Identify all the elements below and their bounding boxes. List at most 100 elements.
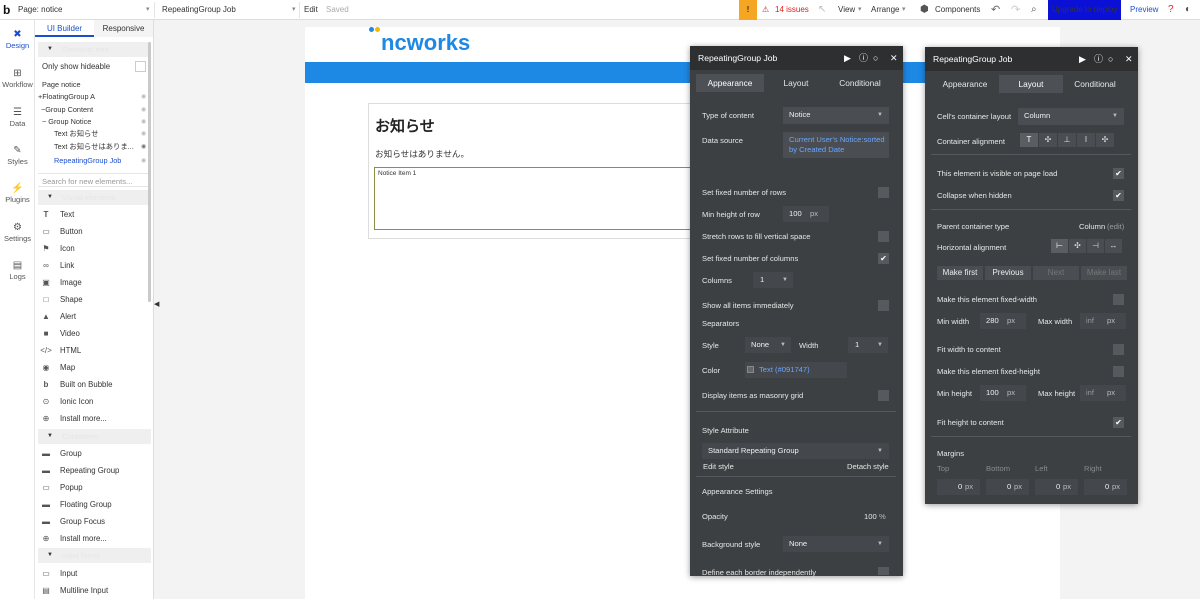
tree-item[interactable]: Text お知らせはありま... (54, 142, 134, 152)
unit-dropdown[interactable]: px (1007, 313, 1015, 329)
element-alert[interactable]: ▲ Alert (39, 308, 149, 325)
element-repeating-group[interactable]: ▬ Repeating Group (39, 462, 149, 479)
halign-left-icon[interactable]: ⊢ (1051, 239, 1068, 253)
element-floating-group[interactable]: ▬ Floating Group (39, 496, 149, 513)
element-install-more[interactable]: ⊕ Install more... (39, 410, 149, 427)
background-style-select[interactable]: None ▼ (783, 536, 889, 552)
element-multiline-input[interactable]: ▤ Multiline Input (39, 582, 149, 599)
search-box[interactable]: Search for new elements... (38, 173, 149, 187)
components-button[interactable]: Components (935, 0, 980, 20)
comment-icon[interactable]: ○ (1108, 47, 1113, 71)
preview-button[interactable]: Preview (1130, 0, 1158, 20)
unit-dropdown[interactable]: px (1007, 385, 1015, 401)
comment-icon[interactable]: ○ (873, 46, 878, 70)
margin-right-input[interactable]: 0 px (1084, 479, 1127, 495)
element-icon[interactable]: ⚑ Icon (39, 240, 149, 257)
data-source-expression[interactable]: Current User's Notice:sorted by Created … (783, 132, 889, 158)
opacity-value[interactable]: 100 (864, 512, 877, 521)
tab-layout[interactable]: Layout (999, 75, 1063, 93)
elements-tree-header[interactable]: ▼ Elements tree (38, 42, 151, 57)
play-icon[interactable]: ▶ (1079, 47, 1086, 71)
columns-select[interactable]: 1 ▼ (753, 272, 793, 288)
bubble-logo[interactable]: b (3, 0, 10, 20)
rail-styles[interactable]: ✎ Styles (0, 145, 35, 166)
input-forms-header[interactable]: ▼ Input forms (38, 548, 151, 563)
tab-appearance[interactable]: Appearance (696, 74, 764, 92)
only-hideable-checkbox[interactable] (135, 61, 146, 72)
cursor-tool-icon[interactable]: ↖ (818, 0, 826, 20)
info-icon[interactable]: ⓘ (859, 46, 868, 70)
tree-item[interactable]: Text お知らせ (54, 129, 98, 139)
eye-icon[interactable]: ◉ (141, 157, 146, 164)
tab-responsive[interactable]: Responsive (94, 20, 153, 37)
align-stretch-icon[interactable]: I (1077, 133, 1095, 147)
element-video[interactable]: ■ Video (39, 325, 149, 342)
eye-icon[interactable]: ◉ (141, 93, 146, 100)
align-center-icon[interactable]: ✣ (1039, 133, 1057, 147)
min-width-input[interactable]: 280 px (980, 313, 1026, 329)
max-width-input[interactable]: inf px (1080, 313, 1126, 329)
margin-top-input[interactable]: 0 px (937, 479, 980, 495)
view-menu[interactable]: View (838, 0, 855, 20)
make-first-button[interactable]: Make first (937, 266, 983, 280)
window-title[interactable]: RepeatingGroup Job (925, 47, 1138, 71)
border-independent-checkbox[interactable] (878, 567, 889, 575)
element-button[interactable]: ▭ Button (39, 223, 149, 240)
tab-ui-builder[interactable]: UI Builder (35, 20, 94, 37)
tab-conditional[interactable]: Conditional (828, 74, 892, 92)
min-height-row-input[interactable]: 100 px (783, 206, 829, 222)
fit-width-checkbox[interactable] (1113, 344, 1124, 355)
separator-color-picker[interactable]: Text (#091747) (745, 362, 847, 378)
halign-right-icon[interactable]: ⊣ (1087, 239, 1104, 253)
eye-icon[interactable]: ◉ (141, 106, 146, 113)
deploy-button[interactable]: Upgrade to deploy (1048, 0, 1122, 20)
play-icon[interactable]: ▶ (844, 46, 851, 70)
align-bottom-icon[interactable]: ⊥ (1058, 133, 1076, 147)
collapse-panel-icon[interactable]: ◀ (154, 300, 159, 308)
account-icon[interactable]: ◐ (1185, 0, 1191, 20)
parent-edit-link[interactable]: (edit) (1107, 222, 1124, 231)
fixed-columns-checkbox[interactable]: ✔ (878, 253, 889, 264)
edit-menu[interactable]: Edit (304, 0, 318, 20)
visible-on-load-checkbox[interactable]: ✔ (1113, 168, 1124, 179)
element-selector[interactable]: RepeatingGroup Job (162, 0, 236, 20)
min-height-input[interactable]: 100 px (980, 385, 1026, 401)
redo-icon[interactable]: ↷ (1011, 0, 1020, 20)
undo-icon[interactable]: ↶ (991, 0, 1000, 20)
margin-bottom-input[interactable]: 0 px (986, 479, 1029, 495)
arrange-menu[interactable]: Arrange (871, 0, 899, 20)
fit-height-checkbox[interactable]: ✔ (1113, 417, 1124, 428)
page-selector[interactable]: Page: notice (18, 0, 62, 20)
next-button[interactable]: Next (1033, 266, 1079, 280)
separator-style-select[interactable]: None ▼ (745, 337, 791, 353)
element-popup[interactable]: ▭ Popup (39, 479, 149, 496)
repeating-group[interactable] (374, 167, 694, 230)
element-html[interactable]: </> HTML (39, 342, 149, 359)
tab-appearance[interactable]: Appearance (931, 75, 999, 93)
element-link[interactable]: ∞ Link (39, 257, 149, 274)
tree-item[interactable]: +FloatingGroup A (38, 92, 95, 101)
style-select[interactable]: Standard Repeating Group ▼ (702, 443, 889, 459)
element-install-more[interactable]: ⊕ Install more... (39, 530, 149, 547)
help-icon[interactable]: ? (1168, 0, 1174, 20)
max-height-input[interactable]: inf px (1080, 385, 1126, 401)
rail-logs[interactable]: ▤ Logs (0, 260, 35, 281)
search-input[interactable]: Search for new elements... (42, 177, 132, 186)
rail-data[interactable]: ☰ Data (0, 107, 35, 128)
info-icon[interactable]: ⓘ (1094, 47, 1103, 71)
eye-icon[interactable]: ◉ (141, 130, 146, 137)
search-icon[interactable]: ⌕ (1031, 0, 1037, 20)
element-group[interactable]: ▬ Group (39, 445, 149, 462)
fixed-rows-checkbox[interactable] (878, 187, 889, 198)
element-text[interactable]: T Text (39, 206, 149, 223)
collapse-hidden-checkbox[interactable]: ✔ (1113, 190, 1124, 201)
fixed-height-checkbox[interactable] (1113, 366, 1124, 377)
element-ionic-icon[interactable]: ⊙ Ionic Icon (39, 393, 149, 410)
halign-stretch-icon[interactable]: ↔ (1105, 239, 1122, 253)
show-all-checkbox[interactable] (878, 300, 889, 311)
close-icon[interactable]: ✕ (1125, 47, 1133, 71)
fixed-width-checkbox[interactable] (1113, 294, 1124, 305)
tab-conditional[interactable]: Conditional (1063, 75, 1127, 93)
edit-style-link[interactable]: Edit style (703, 462, 734, 471)
tab-layout[interactable]: Layout (764, 74, 828, 92)
